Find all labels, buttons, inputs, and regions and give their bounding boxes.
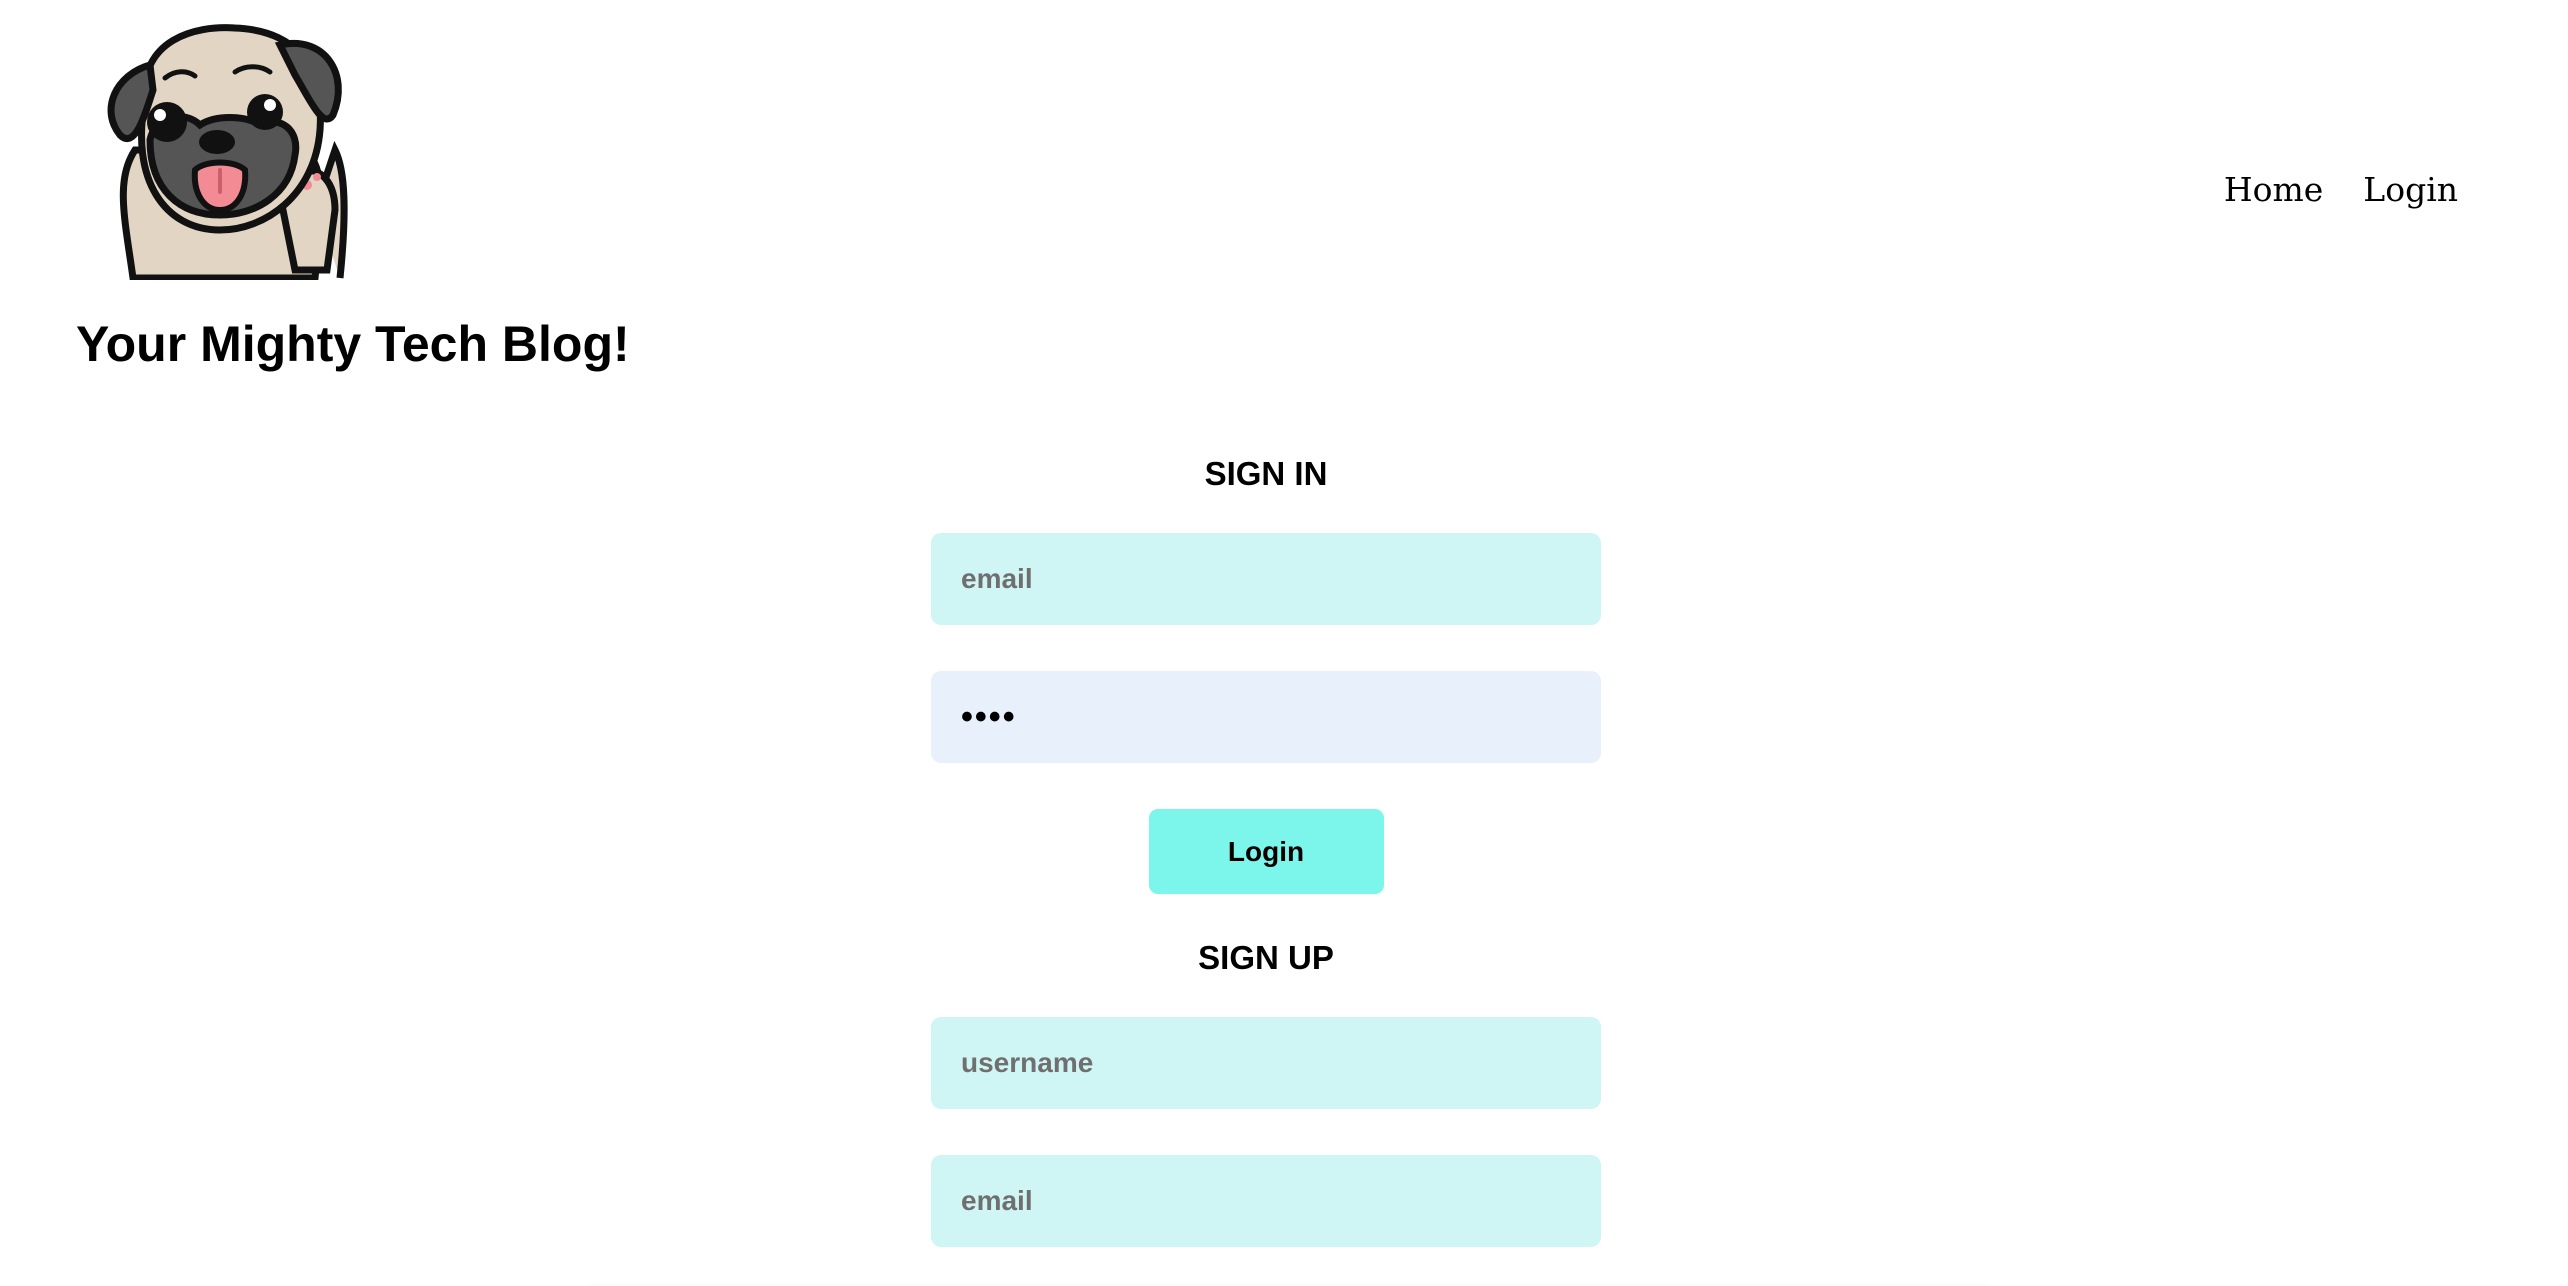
sign-in-email-input[interactable] — [931, 533, 1601, 625]
sign-up-email-input[interactable] — [931, 1155, 1601, 1247]
site-title: Your Mighty Tech Blog! — [76, 316, 630, 372]
pug-waving-icon — [107, 24, 348, 280]
login-button[interactable]: Login — [1148, 809, 1384, 894]
sign-up-heading: SIGN UP — [1198, 939, 1334, 976]
top-nav: Home Login — [2224, 170, 2458, 209]
sign-up-username-input[interactable] — [931, 1017, 1601, 1109]
sign-up-form: SIGN UP — [931, 939, 1601, 1247]
sign-in-heading: SIGN IN — [1204, 455, 1328, 492]
auth-forms: SIGN IN Login SIGN UP — [931, 455, 1601, 1247]
nav-login-link[interactable]: Login — [2363, 170, 2458, 209]
sign-in-form: SIGN IN Login — [931, 455, 1601, 894]
sign-in-password-input[interactable] — [931, 671, 1601, 763]
page: Your Mighty Tech Blog! Home Login SIGN I… — [0, 0, 2568, 1286]
nav-home-link[interactable]: Home — [2224, 170, 2323, 209]
